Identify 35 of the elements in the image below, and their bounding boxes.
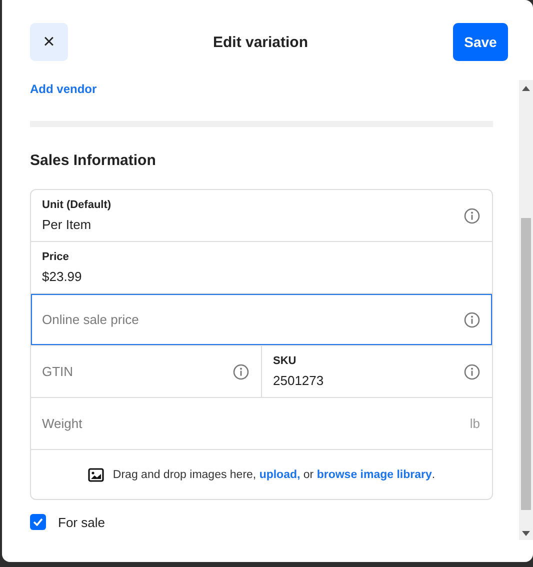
field-placeholder: Weight: [42, 416, 84, 431]
upload-link[interactable]: browse image library: [316, 468, 432, 480]
field-placeholder: Online sale price: [42, 312, 140, 327]
field-value: Per Item: [42, 217, 92, 232]
checkbox-label: For sale: [58, 514, 105, 530]
scroll-up-icon[interactable]: [522, 86, 530, 91]
input-field[interactable]: GTIN: [31, 346, 261, 397]
field-label: SKU: [273, 355, 298, 367]
field-value: $23.99: [42, 269, 83, 284]
field-label: Price: [42, 251, 70, 263]
input-field[interactable]: Online sale price: [31, 294, 492, 345]
info-icon[interactable]: [233, 364, 249, 380]
image-icon: [88, 468, 104, 482]
scroll-down-icon[interactable]: [522, 531, 530, 536]
scrollbar[interactable]: [519, 80, 533, 540]
info-icon[interactable]: [464, 312, 480, 328]
info-icon[interactable]: [464, 208, 480, 224]
check-icon: [33, 518, 43, 526]
field-label: Unit (Default): [42, 199, 112, 211]
input-field[interactable]: Price $23.99: [31, 242, 492, 293]
checkbox[interactable]: [30, 514, 46, 530]
save-button[interactable]: Save: [453, 23, 508, 61]
field-value: 2501273: [273, 373, 325, 388]
section-title: Sales Information: [30, 152, 157, 169]
unit-suffix: lb: [470, 416, 480, 431]
input-field[interactable]: SKU 2501273: [262, 346, 492, 397]
dialog-title: Edit variation: [212, 34, 310, 50]
close-button[interactable]: ×: [30, 23, 68, 61]
field-placeholder: GTIN: [42, 364, 74, 379]
drop-zone-hint: Drag and drop images here, upload, or browse image library.: [112, 468, 436, 480]
info-icon[interactable]: [464, 364, 480, 380]
add-vendor-link[interactable]: Add vendor: [30, 82, 97, 96]
upload-link[interactable]: upload,: [259, 468, 300, 480]
input-field[interactable]: Weight lb: [31, 398, 492, 449]
input-field[interactable]: Unit (Default) Per Item: [31, 190, 492, 241]
